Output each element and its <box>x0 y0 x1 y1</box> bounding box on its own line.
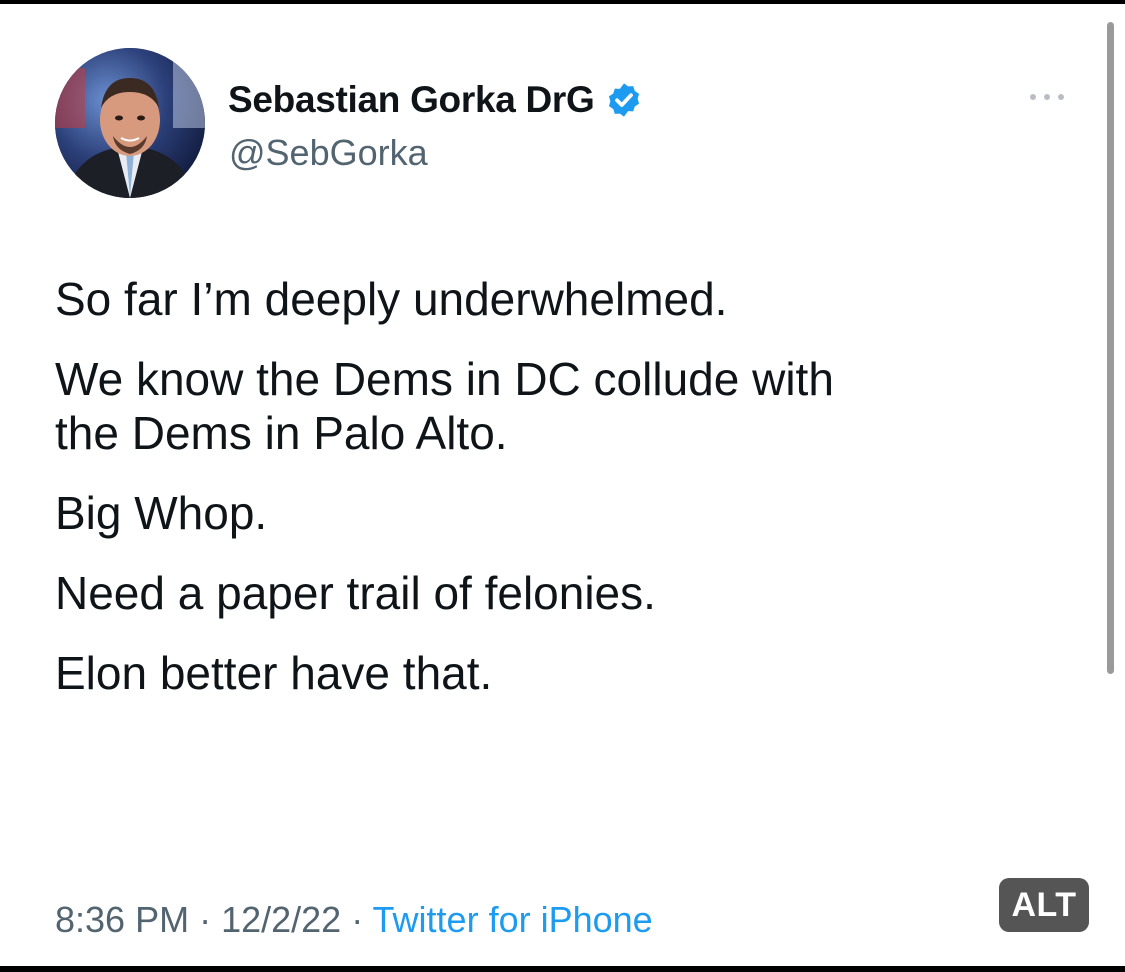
tweet-line: Need a paper trail of felonies. <box>55 567 656 619</box>
tweet-date[interactable]: 12/2/22 <box>221 899 341 940</box>
tweet-paragraph: Need a paper trail of felonies. <box>55 566 1095 620</box>
scrollbar[interactable] <box>1107 22 1114 674</box>
tweet-paragraph: Big Whop. <box>55 486 1095 540</box>
tweet-time[interactable]: 8:36 PM <box>55 899 189 940</box>
tweet-line: the Dems in Palo Alto. <box>55 407 508 459</box>
meta-separator: · <box>189 899 222 940</box>
tweet-line: Big Whop. <box>55 487 268 539</box>
verified-badge-icon <box>608 83 639 117</box>
tweet-source-link[interactable]: Twitter for iPhone <box>373 899 653 940</box>
tweet-line: So far I’m deeply underwhelmed. <box>55 273 728 325</box>
tweet-paragraph: Elon better have that. <box>55 646 1095 700</box>
user-handle[interactable]: @SebGorka <box>229 132 428 174</box>
more-options-icon[interactable] <box>1028 90 1066 104</box>
tweet-line: We know the Dems in DC collude with <box>55 353 834 405</box>
tweet-metadata: 8:36 PM · 12/2/22 · Twitter for iPhone <box>55 896 653 944</box>
display-name[interactable]: Sebastian Gorka DrG <box>228 79 595 121</box>
name-row: Sebastian Gorka DrG <box>228 76 643 124</box>
avatar[interactable] <box>55 48 205 198</box>
avatar-photo <box>55 48 205 198</box>
tweet-line: Elon better have that. <box>55 647 493 699</box>
meta-separator: · <box>341 899 373 940</box>
tweet-paragraph: We know the Dems in DC collude with the … <box>55 352 1095 460</box>
tweet-text: So far I’m deeply underwhelmed. We know … <box>55 272 1095 726</box>
tweet-card: Sebastian Gorka DrG @SebGorka So far I’m… <box>0 4 1125 966</box>
tweet-paragraph: So far I’m deeply underwhelmed. <box>55 272 1095 326</box>
alt-text-button[interactable]: ALT <box>999 878 1089 932</box>
